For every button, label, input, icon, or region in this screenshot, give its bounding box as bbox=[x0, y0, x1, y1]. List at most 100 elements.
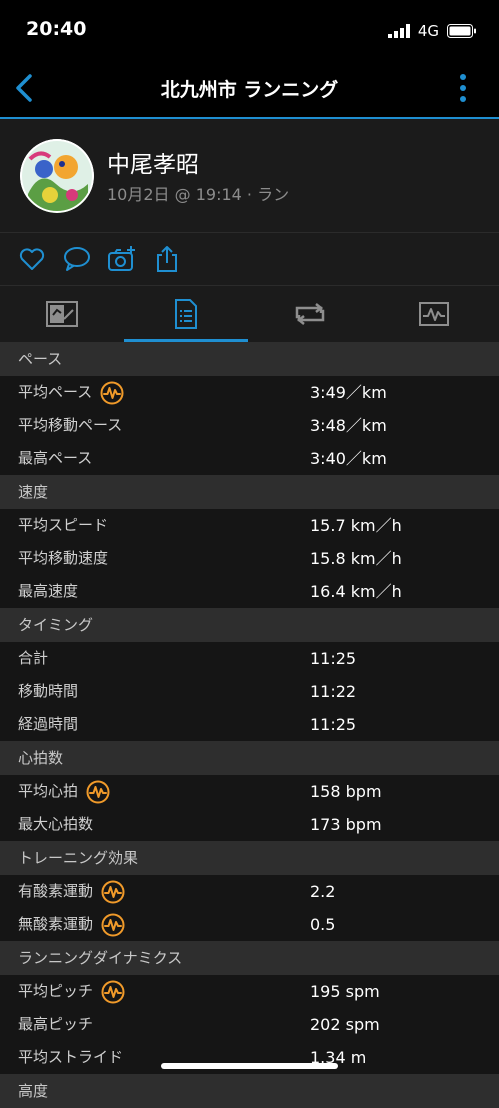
home-indicator bbox=[161, 1063, 338, 1069]
section-header: 速度 bbox=[0, 475, 499, 509]
tab-laps[interactable] bbox=[248, 286, 372, 342]
stat-value: 158 bpm bbox=[310, 782, 382, 801]
stat-label-group: 最高ペース bbox=[18, 442, 92, 475]
section-header: 高度 bbox=[0, 1074, 499, 1108]
stat-row: 平均移動速度 15.8 km／h bbox=[0, 542, 499, 575]
section-header: 心拍数 bbox=[0, 741, 499, 775]
heart-rate-wave-icon[interactable] bbox=[101, 880, 125, 904]
stat-label: 最高ペース bbox=[18, 449, 93, 467]
activity-header: 中尾孝昭 10月2日 @ 19:14 · ラン bbox=[0, 119, 499, 233]
navigation-bar: 北九州市 ランニング bbox=[0, 60, 499, 119]
stat-row: 最大心拍数 173 bpm bbox=[0, 808, 499, 841]
stat-value: 11:22 bbox=[310, 682, 357, 701]
stat-row: 平均ストライド 1.34 m bbox=[0, 1041, 499, 1074]
share-button[interactable] bbox=[153, 245, 181, 273]
status-indicators: 4G bbox=[387, 22, 477, 40]
section-header: タイミング bbox=[0, 608, 499, 642]
stats-list-icon bbox=[175, 299, 197, 329]
stat-value: 0.5 bbox=[310, 915, 336, 934]
stat-label: 最高速度 bbox=[18, 582, 79, 600]
comment-button[interactable] bbox=[63, 245, 91, 273]
section-header: ランニングダイナミクス bbox=[0, 941, 499, 975]
graph-icon bbox=[419, 302, 449, 326]
stat-label: 平均スピード bbox=[18, 516, 109, 534]
network-label: 4G bbox=[417, 22, 439, 40]
status-time: 20:40 bbox=[26, 18, 87, 40]
camera-plus-icon bbox=[108, 246, 135, 271]
status-bar: 20:40 4G bbox=[0, 0, 499, 60]
stat-label-group: 平均ストライド bbox=[18, 1041, 123, 1074]
share-icon bbox=[157, 246, 177, 272]
like-button[interactable] bbox=[18, 245, 46, 273]
stat-label-group: 最高速度 bbox=[18, 575, 78, 608]
stat-value: 202 spm bbox=[310, 1015, 380, 1034]
stat-value: 11:25 bbox=[310, 715, 357, 734]
back-button[interactable] bbox=[8, 70, 40, 106]
stat-value: 195 spm bbox=[310, 982, 380, 1001]
stat-label-group: 平均移動速度 bbox=[18, 542, 108, 575]
tab-overview[interactable] bbox=[0, 286, 124, 342]
page-title: 北九州市 ランニング bbox=[160, 79, 339, 101]
stat-label-group: 平均スピード bbox=[18, 509, 108, 542]
stat-row: 移動時間 11:22 bbox=[0, 675, 499, 708]
stat-row: 最高ペース 3:40／km bbox=[0, 442, 499, 475]
stat-label: 平均ペース bbox=[18, 383, 93, 401]
section-header: ペース bbox=[0, 342, 499, 376]
stat-value: 15.7 km／h bbox=[310, 516, 402, 535]
stat-label: 移動時間 bbox=[18, 682, 79, 700]
stat-value: 16.4 km／h bbox=[310, 582, 402, 601]
signal-icon bbox=[387, 24, 410, 38]
stat-label-group: 最高ピッチ bbox=[18, 1008, 93, 1041]
stat-value: 3:40／km bbox=[310, 449, 387, 468]
tab-stats[interactable] bbox=[124, 286, 248, 342]
user-name[interactable]: 中尾孝昭 bbox=[107, 145, 199, 179]
vertical-dots-icon bbox=[460, 74, 466, 102]
battery-icon bbox=[447, 24, 476, 38]
heart-rate-wave-icon[interactable] bbox=[86, 780, 110, 804]
stat-row: 経過時間 11:25 bbox=[0, 708, 499, 741]
stat-value: 1.34 m bbox=[310, 1048, 367, 1067]
heart-rate-wave-icon[interactable] bbox=[101, 980, 125, 1004]
stat-label: 平均ストライド bbox=[18, 1048, 124, 1066]
stat-label-group: 合計 bbox=[18, 642, 48, 675]
heart-rate-wave-icon[interactable] bbox=[100, 381, 124, 405]
stat-label: 無酸素運動 bbox=[18, 915, 94, 933]
stat-label-group: 平均移動ペース bbox=[18, 409, 122, 442]
stat-row: 無酸素運動 0.5 bbox=[0, 908, 499, 941]
avatar[interactable] bbox=[20, 139, 94, 213]
stat-label: 平均移動速度 bbox=[18, 549, 109, 567]
stat-row: 平均移動ペース 3:48／km bbox=[0, 409, 499, 442]
stat-label-group: 経過時間 bbox=[18, 708, 78, 741]
stat-label: 経過時間 bbox=[18, 715, 79, 733]
stat-row: 平均ペース 3:49／km bbox=[0, 376, 499, 409]
activity-date-type: 10月2日 @ 19:14 · ラン bbox=[107, 185, 290, 204]
stat-row: 有酸素運動 2.2 bbox=[0, 875, 499, 908]
stat-label-group: 平均ピッチ bbox=[18, 975, 125, 1008]
stat-label-group: 平均ペース bbox=[18, 376, 124, 409]
stat-label: 最高ピッチ bbox=[18, 1015, 94, 1033]
stat-value: 11:25 bbox=[310, 649, 357, 668]
section-header: トレーニング効果 bbox=[0, 841, 499, 875]
tab-graphs[interactable] bbox=[372, 286, 496, 342]
stat-label-group: 移動時間 bbox=[18, 675, 78, 708]
add-photo-button[interactable] bbox=[108, 245, 136, 273]
heart-icon bbox=[19, 248, 45, 270]
more-options-button[interactable] bbox=[453, 72, 473, 104]
stat-row: 平均ピッチ 195 spm bbox=[0, 975, 499, 1008]
stat-label: 平均心拍 bbox=[18, 782, 79, 800]
stat-label-group: 最大心拍数 bbox=[18, 808, 93, 841]
chevron-left-icon bbox=[16, 74, 32, 102]
tab-bar bbox=[0, 286, 499, 342]
stat-row: 最高ピッチ 202 spm bbox=[0, 1008, 499, 1041]
stat-label-group: 有酸素運動 bbox=[18, 875, 125, 908]
stat-value: 173 bpm bbox=[310, 815, 382, 834]
laps-icon bbox=[295, 303, 325, 325]
action-bar bbox=[0, 233, 499, 286]
stat-label: 最大心拍数 bbox=[18, 815, 94, 833]
stat-row: 最高速度 16.4 km／h bbox=[0, 575, 499, 608]
stat-label: 平均移動ペース bbox=[18, 416, 123, 434]
stat-label-group: 無酸素運動 bbox=[18, 908, 125, 941]
heart-rate-wave-icon[interactable] bbox=[101, 913, 125, 937]
stat-row: 平均スピード 15.7 km／h bbox=[0, 509, 499, 542]
stat-label: 平均ピッチ bbox=[18, 982, 94, 1000]
